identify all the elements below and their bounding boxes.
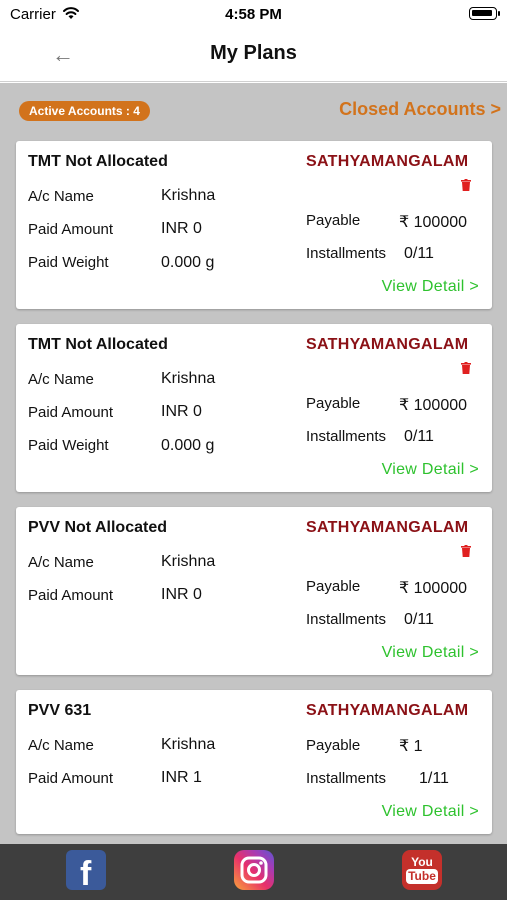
paid-amount-label: Paid Amount xyxy=(28,404,114,421)
view-detail-link[interactable]: View Detail > xyxy=(382,803,479,821)
delete-icon[interactable] xyxy=(461,179,471,191)
paid-weight-value: 0.000 g xyxy=(161,437,215,454)
clock: 4:58 PM xyxy=(225,6,282,23)
ac-name-value: Krishna xyxy=(161,187,216,204)
delete-icon[interactable] xyxy=(461,362,471,374)
view-detail-link[interactable]: View Detail > xyxy=(382,644,479,662)
ac-name-value: Krishna xyxy=(161,370,216,387)
payable-label: Payable xyxy=(306,395,361,412)
payable-label: Payable xyxy=(306,578,361,595)
installments-value: 0/11 xyxy=(404,428,434,445)
nav-bar: ← My Plans xyxy=(0,28,507,82)
payable-label: Payable xyxy=(306,737,361,754)
paid-weight-label: Paid Weight xyxy=(28,437,109,454)
installments-label: Installments xyxy=(306,428,387,445)
ac-name-label: A/c Name xyxy=(28,188,94,205)
social-footer: f You Tube xyxy=(0,844,507,900)
installments-label: Installments xyxy=(306,611,387,628)
plan-card: PVV Not Allocated SATHYAMANGALAM A/c Nam… xyxy=(16,507,492,675)
page-title: My Plans xyxy=(210,42,297,64)
installments-value: 0/11 xyxy=(404,245,434,262)
closed-accounts-link[interactable]: Closed Accounts > xyxy=(339,99,501,120)
installments-value: 0/11 xyxy=(404,611,434,628)
ac-name-label: A/c Name xyxy=(28,371,94,388)
payable-value: ₹ 1 xyxy=(399,738,423,755)
payable-value: ₹ 100000 xyxy=(399,397,468,414)
plans-list[interactable]: Active Accounts : 4 Closed Accounts > TM… xyxy=(0,83,507,844)
paid-weight-value: 0.000 g xyxy=(161,254,215,271)
branch-name: SATHYAMANGALAM xyxy=(306,153,469,170)
payable-label: Payable xyxy=(306,212,361,229)
paid-amount-value: INR 0 xyxy=(161,403,202,420)
paid-amount-value: INR 1 xyxy=(161,769,202,786)
ac-name-label: A/c Name xyxy=(28,554,94,571)
branch-name: SATHYAMANGALAM xyxy=(306,336,469,353)
facebook-glyph: f xyxy=(80,855,92,893)
youtube-label-bottom: Tube xyxy=(406,869,438,884)
installments-value: 1/11 xyxy=(419,770,449,787)
battery-icon xyxy=(469,7,500,20)
payable-value: ₹ 100000 xyxy=(399,580,468,597)
ac-name-label: A/c Name xyxy=(28,737,94,754)
youtube-icon[interactable]: You Tube xyxy=(402,850,442,890)
instagram-icon[interactable] xyxy=(234,850,274,890)
ac-name-value: Krishna xyxy=(161,736,216,753)
installments-label: Installments xyxy=(306,245,387,262)
view-detail-link[interactable]: View Detail > xyxy=(382,278,479,296)
paid-amount-label: Paid Amount xyxy=(28,221,114,238)
branch-name: SATHYAMANGALAM xyxy=(306,702,469,719)
plan-card: TMT Not Allocated SATHYAMANGALAM A/c Nam… xyxy=(16,324,492,492)
view-detail-link[interactable]: View Detail > xyxy=(382,461,479,479)
plan-name: TMT Not Allocated xyxy=(28,153,168,170)
paid-amount-label: Paid Amount xyxy=(28,587,114,604)
plan-name: PVV 631 xyxy=(28,702,92,719)
ac-name-value: Krishna xyxy=(161,553,216,570)
paid-amount-value: INR 0 xyxy=(161,586,202,603)
active-accounts-badge: Active Accounts : 4 xyxy=(19,101,150,121)
youtube-label-top: You xyxy=(411,855,433,869)
instagram-camera-icon xyxy=(240,856,268,884)
facebook-icon[interactable]: f xyxy=(66,850,106,893)
paid-amount-value: INR 0 xyxy=(161,220,202,237)
delete-icon[interactable] xyxy=(461,545,471,557)
installments-label: Installments xyxy=(306,770,387,787)
plan-card: PVV 631 SATHYAMANGALAM A/c Name Krishna … xyxy=(16,690,492,834)
plan-card: TMT Not Allocated SATHYAMANGALAM A/c Nam… xyxy=(16,141,492,309)
paid-amount-label: Paid Amount xyxy=(28,770,114,787)
paid-weight-label: Paid Weight xyxy=(28,254,109,271)
status-bar: Carrier 4:58 PM xyxy=(0,0,507,28)
payable-value: ₹ 100000 xyxy=(399,214,468,231)
plan-name: PVV Not Allocated xyxy=(28,519,167,536)
plan-name: TMT Not Allocated xyxy=(28,336,168,353)
branch-name: SATHYAMANGALAM xyxy=(306,519,469,536)
